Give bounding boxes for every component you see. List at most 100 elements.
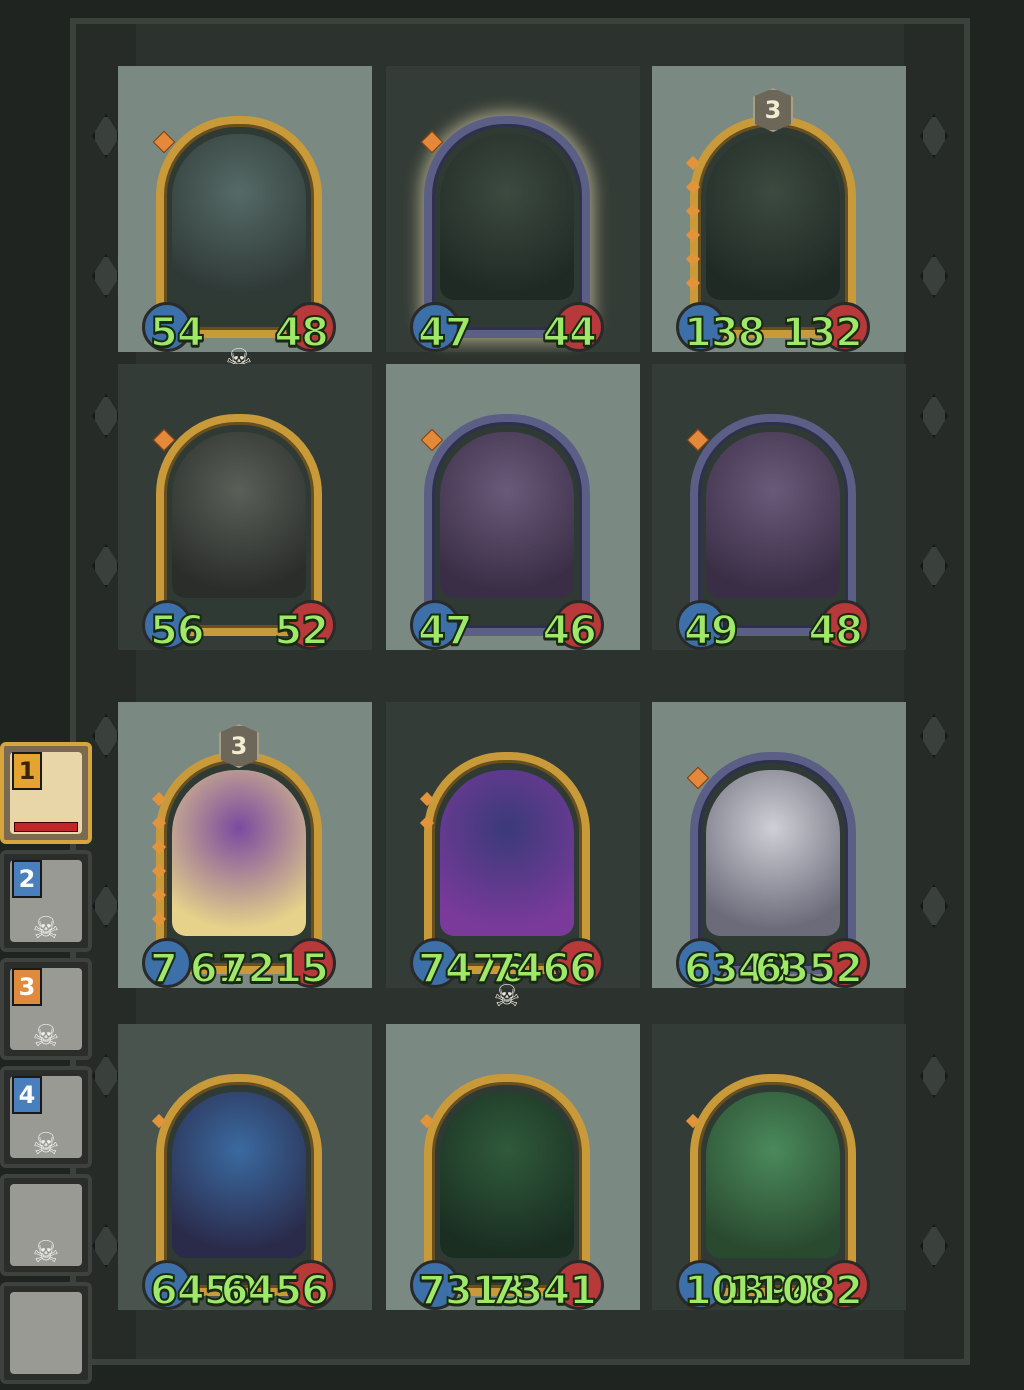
skull-icon: ☠ bbox=[32, 1019, 60, 1054]
star-rank bbox=[685, 1113, 701, 1140]
unit-card-turret[interactable]: 3 138 132 bbox=[676, 88, 870, 357]
health-value: 132 bbox=[781, 309, 864, 357]
gem-icon bbox=[686, 766, 710, 790]
health-value: 11082 bbox=[727, 1267, 864, 1315]
unit-card-turret[interactable]: 47 44 bbox=[410, 116, 604, 357]
board-cell[interactable]: 37 61 7215 bbox=[118, 702, 372, 993]
turret-portrait bbox=[440, 134, 574, 300]
board-cell[interactable]: 3 138 132 bbox=[652, 66, 906, 357]
party-sidebar: 1 2 ☠ 3 ☠ 4 ☠ ☠ bbox=[0, 742, 100, 1390]
skull-icon: ☠ bbox=[493, 979, 521, 1014]
health-value: 7215 bbox=[220, 945, 330, 993]
star-icon bbox=[419, 1113, 435, 1129]
unit-card-robot[interactable]: 56 52 bbox=[142, 414, 336, 655]
party-slot[interactable]: ☠ bbox=[0, 1174, 92, 1276]
party-slot[interactable]: 2 ☠ bbox=[0, 850, 92, 952]
gem-icon bbox=[686, 428, 710, 452]
board-cell[interactable]: 7313 7341 bbox=[386, 1024, 640, 1315]
skull-icon: ☠ bbox=[32, 1127, 60, 1162]
star-icon bbox=[685, 275, 701, 291]
elf-purple-portrait bbox=[172, 770, 306, 936]
board-cell[interactable]: 10894 11082 bbox=[652, 1024, 906, 1315]
turret-portrait bbox=[706, 134, 840, 300]
party-slot[interactable]: 3 ☠ bbox=[0, 958, 92, 1060]
unit-card-white-maiden[interactable]: 6349 6352 bbox=[676, 752, 870, 993]
star-icon bbox=[151, 839, 167, 855]
board-cell[interactable]: 47 46 bbox=[386, 364, 640, 655]
gem-icon bbox=[420, 130, 444, 154]
level-badge: 3 bbox=[753, 88, 793, 132]
gem-icon bbox=[152, 428, 176, 452]
star-icon bbox=[685, 179, 701, 195]
party-slot[interactable]: 4 ☠ bbox=[0, 1066, 92, 1168]
star-icon bbox=[685, 203, 701, 219]
health-value: 48 bbox=[273, 309, 330, 357]
forest-fairy-portrait bbox=[706, 1092, 840, 1258]
attack-value: 138 bbox=[683, 309, 766, 357]
star-rank bbox=[685, 155, 701, 302]
board-cell[interactable]: 47 44 bbox=[386, 66, 640, 357]
star-icon bbox=[419, 791, 435, 807]
card-grid: 54 48 ☠ 47 44 3 138 132 56 52 47 46 49 48 3 7 61 7215 747… bbox=[118, 66, 908, 1346]
unit-card-pink-girl[interactable]: 47 46 bbox=[410, 414, 604, 655]
health-value: 7341 bbox=[488, 1267, 598, 1315]
attack-value: 47 bbox=[417, 607, 474, 655]
health-value: 48 bbox=[807, 607, 864, 655]
gem-icon bbox=[152, 130, 176, 154]
star-rank bbox=[151, 791, 167, 938]
star-icon bbox=[685, 227, 701, 243]
health-value: 46 bbox=[541, 607, 598, 655]
white-maiden-portrait bbox=[706, 770, 840, 936]
board-cell[interactable]: 56 52 bbox=[118, 364, 372, 655]
attack-value: 54 bbox=[149, 309, 206, 357]
attack-value: 49 bbox=[683, 607, 740, 655]
star-icon bbox=[151, 815, 167, 831]
chest-portrait bbox=[172, 134, 306, 300]
star-icon bbox=[151, 887, 167, 903]
unit-card-forest-fairy[interactable]: 10894 11082 bbox=[676, 1074, 870, 1315]
star-icon bbox=[685, 251, 701, 267]
star-icon bbox=[151, 911, 167, 927]
unit-card-blue-elf[interactable]: 6450 6456 bbox=[142, 1074, 336, 1315]
party-order-badge: 1 bbox=[12, 752, 42, 790]
level-badge: 3 bbox=[219, 724, 259, 768]
party-portrait bbox=[10, 1292, 82, 1374]
attack-value: 47 bbox=[417, 309, 474, 357]
star-icon bbox=[151, 863, 167, 879]
unit-card-chest[interactable]: 54 48 ☠ bbox=[142, 116, 336, 378]
health-value: 6456 bbox=[220, 1267, 330, 1315]
health-value: 44 bbox=[541, 309, 598, 357]
star-icon bbox=[419, 815, 435, 831]
attack-value: 56 bbox=[149, 607, 206, 655]
board-cell[interactable]: 6349 6352 bbox=[652, 702, 906, 993]
health-bar bbox=[14, 822, 78, 832]
star-icon bbox=[151, 1113, 167, 1129]
star-rank bbox=[151, 1113, 167, 1140]
health-value: 52 bbox=[273, 607, 330, 655]
party-slot[interactable] bbox=[0, 1282, 92, 1384]
skull-icon: ☠ bbox=[32, 1235, 60, 1270]
party-order-badge: 4 bbox=[12, 1076, 42, 1114]
unit-card-elf-purple[interactable]: 37 61 7215 bbox=[142, 724, 336, 993]
unit-card-flute-player[interactable]: 7313 7341 bbox=[410, 1074, 604, 1315]
moon-mage-portrait bbox=[440, 770, 574, 936]
right-decoration bbox=[904, 24, 964, 1359]
unit-card-pink-girl[interactable]: 49 48 bbox=[676, 414, 870, 655]
flute-player-portrait bbox=[440, 1092, 574, 1258]
party-slot[interactable]: 1 bbox=[0, 742, 92, 844]
star-icon bbox=[685, 1113, 701, 1129]
board-cell[interactable]: 6450 6456 bbox=[118, 1024, 372, 1315]
blue-elf-portrait bbox=[172, 1092, 306, 1258]
board-cell[interactable]: 49 48 bbox=[652, 364, 906, 655]
pink-girl-portrait bbox=[440, 432, 574, 598]
pink-girl-portrait bbox=[706, 432, 840, 598]
skull-icon: ☠ bbox=[32, 911, 60, 946]
party-order-badge: 2 bbox=[12, 860, 42, 898]
board-cell[interactable]: 54 48 ☠ bbox=[118, 66, 372, 378]
unit-card-moon-mage[interactable]: 7476 7466 ☠ bbox=[410, 752, 604, 1014]
robot-portrait bbox=[172, 432, 306, 598]
star-rank bbox=[419, 791, 435, 842]
board-cell[interactable]: 7476 7466 ☠ bbox=[386, 702, 640, 1014]
star-rank bbox=[419, 1113, 435, 1140]
party-order-badge: 3 bbox=[12, 968, 42, 1006]
